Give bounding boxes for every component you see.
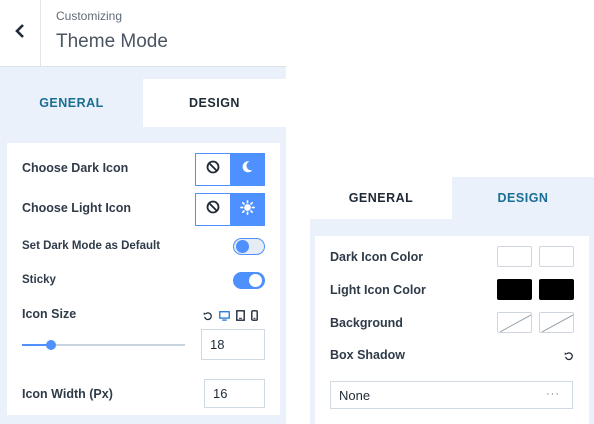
customizer-header: Customizing Theme Mode (0, 0, 286, 67)
customizer-left-panel: Customizing Theme Mode GENERAL DESIGN Ch… (0, 0, 286, 424)
tab-bar: GENERAL DESIGN (310, 177, 594, 219)
tab-design[interactable]: DESIGN (452, 177, 594, 219)
dark-icon-color-swatch-normal[interactable] (497, 246, 532, 267)
icon-width-input[interactable]: 16 (204, 379, 265, 408)
design-panel: GENERAL DESIGN Dark Icon Color Light Ico… (310, 177, 594, 424)
icon-size-label: Icon Size (22, 307, 77, 321)
sun-icon (239, 199, 255, 220)
reset-icon[interactable] (564, 351, 574, 361)
background-label: Background (330, 316, 403, 330)
desktop-icon[interactable] (219, 310, 230, 321)
design-settings-card: Dark Icon Color Light Icon Color Backgro… (315, 236, 589, 424)
dark-default-toggle[interactable] (233, 238, 265, 255)
box-shadow-value: None (339, 387, 371, 403)
light-icon-color-swatch-hover[interactable] (539, 279, 574, 300)
light-icon-option-sun[interactable] (230, 194, 264, 225)
icon-size-slider[interactable] (22, 340, 185, 350)
no-color-icon (499, 314, 531, 332)
light-icon-color-swatch-normal[interactable] (497, 279, 532, 300)
choose-dark-icon-label: Choose Dark Icon (22, 161, 129, 175)
icon-width-label: Icon Width (Px) (22, 387, 113, 401)
light-icon-color-label: Light Icon Color (330, 283, 426, 297)
mobile-icon[interactable] (251, 310, 258, 321)
dark-icon-color-label: Dark Icon Color (330, 250, 424, 264)
background-swatch-hover[interactable] (539, 312, 574, 333)
background-swatch-normal[interactable] (497, 312, 532, 333)
tab-bar: GENERAL DESIGN (0, 79, 286, 127)
box-shadow-label: Box Shadow (330, 348, 406, 362)
icon-size-input[interactable]: 18 (201, 329, 265, 360)
light-icon-selector (195, 193, 265, 226)
tablet-icon[interactable] (236, 310, 245, 321)
toggle-knob (249, 274, 262, 287)
dark-icon-color-swatch-hover[interactable] (539, 246, 574, 267)
box-shadow-select[interactable]: None ··· (330, 381, 573, 409)
tab-general[interactable]: GENERAL (310, 177, 452, 219)
sticky-toggle[interactable] (233, 272, 265, 289)
dark-icon-selector (195, 153, 265, 186)
more-options-icon: ··· (546, 388, 560, 400)
device-switcher (203, 310, 258, 321)
sticky-label: Sticky (22, 274, 56, 286)
no-icon (206, 160, 220, 179)
no-color-icon (541, 314, 573, 332)
chevron-left-icon (14, 24, 26, 43)
toggle-knob (236, 240, 249, 253)
back-button[interactable] (0, 0, 41, 67)
moon-icon (240, 160, 254, 179)
tab-general[interactable]: GENERAL (0, 79, 143, 127)
dark-default-label: Set Dark Mode as Default (22, 240, 161, 252)
slider-thumb[interactable] (46, 340, 56, 350)
no-icon (206, 200, 220, 219)
choose-light-icon-label: Choose Light Icon (22, 201, 132, 215)
light-icon-option-none[interactable] (196, 194, 230, 225)
breadcrumb: Customizing (56, 9, 123, 23)
reset-icon[interactable] (203, 311, 213, 321)
settings-card: Choose Dark Icon Choose Light Icon Set D… (7, 143, 280, 415)
tab-design[interactable]: DESIGN (143, 79, 286, 127)
page-title: Theme Mode (56, 31, 168, 52)
dark-icon-option-none[interactable] (196, 154, 230, 185)
dark-icon-option-moon[interactable] (230, 154, 264, 185)
